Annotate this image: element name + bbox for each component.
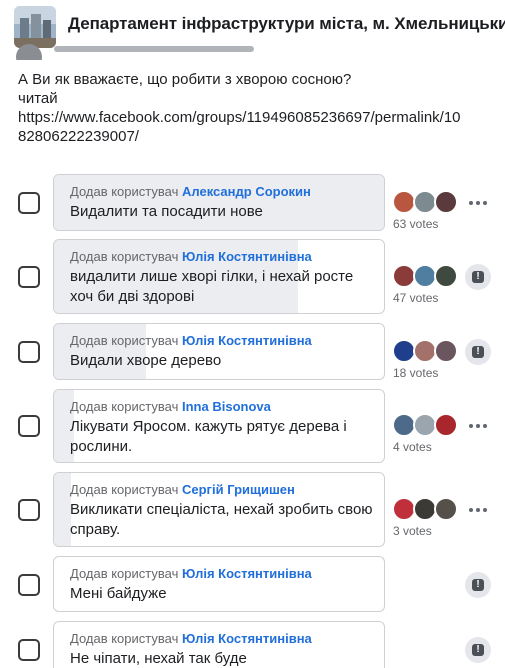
post-question: А Ви як вважаєте, що робити з хворою сос… bbox=[18, 71, 352, 88]
report-icon[interactable]: ! bbox=[465, 264, 491, 290]
group-title[interactable]: Департамент інфраструктури міста, м. Хме… bbox=[68, 14, 505, 34]
poll-option-added-by: Додав користувач Александр Сорокин bbox=[70, 184, 311, 199]
voter-avatars[interactable] bbox=[392, 339, 464, 365]
poll-option-box[interactable]: Додав користувач Юлія Костянтинівна Не ч… bbox=[53, 621, 385, 668]
poll-option-box[interactable]: Додав користувач Юлія Костянтинівна Вида… bbox=[53, 323, 385, 380]
voter-avatar[interactable] bbox=[434, 413, 458, 437]
poll-option-checkbox[interactable] bbox=[18, 574, 40, 596]
poll-option-author[interactable]: Юлія Костянтинівна bbox=[182, 566, 312, 581]
poll-option-author[interactable]: Сергій Грищишен bbox=[182, 482, 295, 497]
more-options-icon[interactable] bbox=[465, 497, 491, 523]
poll-option-text: Мені байдуже bbox=[70, 585, 167, 602]
poll-option-added-by: Додав користувач Юлія Костянтинівна bbox=[70, 333, 312, 348]
poll-option-checkbox[interactable] bbox=[18, 499, 40, 521]
poll-option-text: Лікувати Яросом. кажуть рятує дерева і р… bbox=[70, 418, 347, 455]
poll-option-text: Викликати спеціаліста, нехай зробить сво… bbox=[70, 501, 373, 538]
voter-avatar[interactable] bbox=[434, 264, 458, 288]
poll-option-added-by: Додав користувач Inna Bisonova bbox=[70, 399, 271, 414]
voter-avatar[interactable] bbox=[434, 190, 458, 214]
poll-option-box[interactable]: Додав користувач Сергій Грищишен Виклика… bbox=[53, 472, 385, 547]
poll-option-author[interactable]: Юлія Костянтинівна bbox=[182, 249, 312, 264]
poll-option-added-by: Додав користувач Юлія Костянтинівна bbox=[70, 249, 312, 264]
post-read-label: читай bbox=[18, 90, 58, 107]
post-text: А Ви як вважаєте, що робити з хворою сос… bbox=[18, 70, 461, 146]
vote-count[interactable]: 47 votes bbox=[393, 291, 438, 305]
vote-count[interactable]: 3 votes bbox=[393, 524, 432, 538]
poll-option-text: Видалити та посадити нове bbox=[70, 203, 263, 220]
more-options-icon[interactable] bbox=[465, 413, 491, 439]
voter-avatars[interactable] bbox=[392, 190, 464, 216]
post-author-row bbox=[0, 42, 505, 60]
poll-option-box[interactable]: Додав користувач Александр Сорокин Видал… bbox=[53, 174, 385, 231]
report-icon[interactable]: ! bbox=[465, 339, 491, 365]
voter-avatar[interactable] bbox=[434, 497, 458, 521]
vote-count[interactable]: 18 votes bbox=[393, 366, 438, 380]
report-icon[interactable]: ! bbox=[465, 572, 491, 598]
poll-option-checkbox[interactable] bbox=[18, 341, 40, 363]
poll-option-checkbox[interactable] bbox=[18, 266, 40, 288]
poll-option-checkbox[interactable] bbox=[18, 415, 40, 437]
poll-option-text: Видали хворе дерево bbox=[70, 352, 222, 369]
post-link[interactable]: https://www.facebook.com/groups/11949608… bbox=[18, 108, 461, 127]
vote-count[interactable]: 63 votes bbox=[393, 217, 438, 231]
voter-avatars[interactable] bbox=[392, 497, 464, 523]
post-link-continued[interactable]: 82806222239007/ bbox=[18, 127, 461, 146]
poll-option-text: Не чіпати, нехай так буде bbox=[70, 650, 247, 667]
poll-option-text: видалити лише хворі гілки, і нехай росте… bbox=[70, 268, 354, 305]
poll-option-checkbox[interactable] bbox=[18, 639, 40, 661]
poll-option-checkbox[interactable] bbox=[18, 192, 40, 214]
poll-option-author[interactable]: Юлія Костянтинівна bbox=[182, 631, 312, 646]
poll-option-added-by: Додав користувач Юлія Костянтинівна bbox=[70, 566, 312, 581]
more-options-icon[interactable] bbox=[465, 190, 491, 216]
report-icon[interactable]: ! bbox=[465, 637, 491, 663]
poll-option-box[interactable]: Додав користувач Юлія Костянтинівна вида… bbox=[53, 239, 385, 314]
voter-avatars[interactable] bbox=[392, 413, 464, 439]
poll-option-author[interactable]: Александр Сорокин bbox=[182, 184, 311, 199]
voter-avatars[interactable] bbox=[392, 264, 464, 290]
poll-option-fill bbox=[54, 473, 71, 546]
poll-option-added-by: Додав користувач Юлія Костянтинівна bbox=[70, 631, 312, 646]
poll-option-added-by: Додав користувач Сергій Грищишен bbox=[70, 482, 295, 497]
poll-option-author[interactable]: Inna Bisonova bbox=[182, 399, 271, 414]
voter-avatar[interactable] bbox=[434, 339, 458, 363]
poll-option-author[interactable]: Юлія Костянтинівна bbox=[182, 333, 312, 348]
poll-option-box[interactable]: Додав користувач Юлія Костянтинівна Мені… bbox=[53, 556, 385, 612]
vote-count[interactable]: 4 votes bbox=[393, 440, 432, 454]
post-author-avatar[interactable] bbox=[16, 44, 42, 60]
post-author-meta bbox=[54, 46, 254, 52]
poll-option-box[interactable]: Додав користувач Inna Bisonova Лікувати … bbox=[53, 389, 385, 463]
